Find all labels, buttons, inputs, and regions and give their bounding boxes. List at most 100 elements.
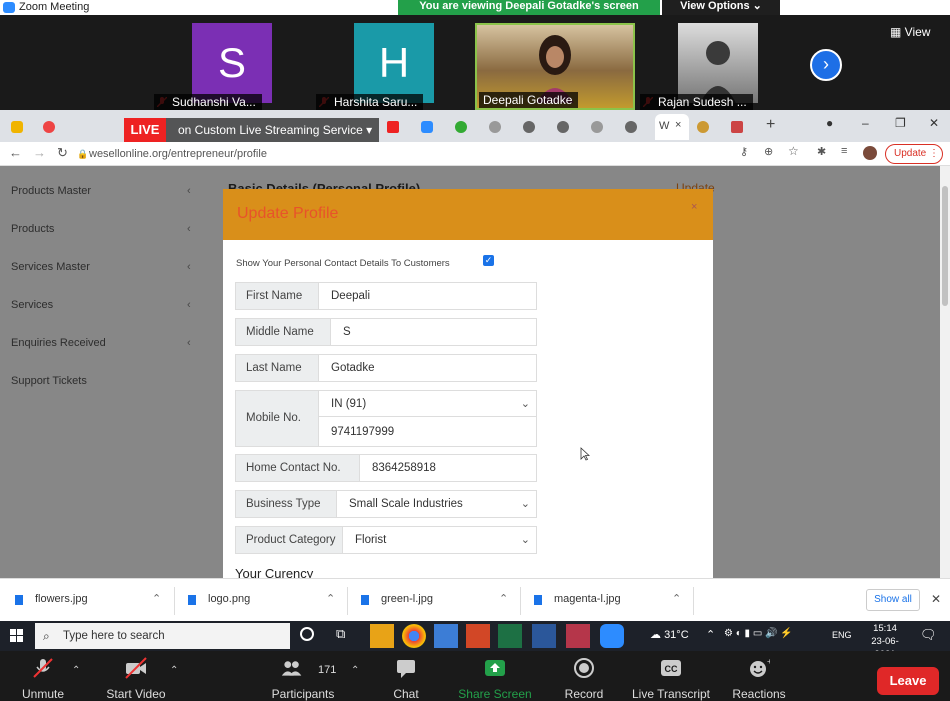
chat-button[interactable]: Chat [380, 651, 432, 701]
reading-list-icon[interactable]: ≡ [841, 145, 847, 157]
participant-tile-rajan[interactable]: Rajan Sudesh ... [638, 23, 796, 110]
live-badge[interactable]: LIVE [124, 118, 166, 142]
app-icon[interactable] [566, 624, 590, 648]
download-item[interactable]: green-l.jpg ⌃ [361, 579, 511, 622]
product-category-select[interactable]: Florist ⌄ [343, 527, 536, 553]
tab-brave-shield[interactable] [8, 114, 30, 140]
home-contact-field: Home Contact No. 8364258918 [235, 454, 537, 482]
tab[interactable] [418, 114, 440, 140]
start-video-button[interactable]: Start Video [100, 651, 172, 701]
country-code-select[interactable]: IN (91) ⌄ [319, 391, 536, 417]
taskbar-search-input[interactable]: ⌕ Type here to search [35, 623, 290, 649]
download-item[interactable]: logo.png ⌃ [188, 579, 338, 622]
close-icon[interactable]: × [675, 119, 681, 131]
chevron-up-icon[interactable]: ⌃ [351, 665, 359, 676]
tab-search-icon[interactable]: ● [826, 116, 833, 130]
tab[interactable] [384, 114, 406, 140]
divider [520, 587, 521, 615]
language-indicator[interactable]: ENG [832, 630, 852, 640]
minimize-icon[interactable]: – [862, 116, 869, 130]
bookmark-star-icon[interactable]: ☆ [788, 144, 799, 158]
participant-tile-harshita[interactable]: H Harshita Saru... [314, 23, 472, 110]
back-icon[interactable]: ← [9, 145, 22, 160]
restore-icon[interactable]: ❐ [895, 116, 906, 130]
last-name-input[interactable]: Gotadke [319, 355, 536, 381]
zoom-controls-bar: Unmute ⌃ Start Video ⌃ Participants 171 … [0, 651, 950, 701]
home-contact-input[interactable]: 8364258918 [360, 455, 536, 481]
show-contact-checkbox[interactable]: ✓ [483, 255, 494, 266]
download-item[interactable]: flowers.jpg ⌃ [15, 579, 165, 622]
view-options-button[interactable]: View Options ⌄ [662, 0, 780, 15]
close-icon[interactable]: ✕ [931, 592, 941, 606]
cortana-icon[interactable] [300, 627, 314, 641]
chrome-icon[interactable] [402, 624, 426, 648]
field-label: Mobile No. [236, 391, 319, 446]
tab[interactable] [520, 114, 542, 140]
chevron-up-icon[interactable]: ⌃ [326, 592, 335, 605]
file-explorer-icon[interactable] [370, 624, 394, 648]
word-icon[interactable] [532, 624, 556, 648]
tab[interactable] [728, 114, 750, 140]
next-page-arrow-icon[interactable]: › [810, 49, 842, 81]
tab[interactable] [452, 114, 474, 140]
chevron-up-icon[interactable]: ⌃ [706, 628, 715, 641]
live-transcript-button[interactable]: CC Live Transcript [628, 651, 714, 701]
browser-update-button[interactable]: Update ⋮ [885, 144, 943, 164]
browser-toolbar: ← → ↻ 🔒 wesellonline.org/entrepreneur/pr… [0, 142, 950, 166]
chevron-up-icon[interactable]: ⌃ [672, 592, 681, 605]
chevron-up-icon[interactable]: ⌃ [72, 665, 80, 676]
scrollbar-thumb[interactable] [942, 186, 948, 306]
tab[interactable] [694, 114, 716, 140]
business-type-value: Small Scale Industries [349, 498, 463, 510]
chevron-up-icon[interactable]: ⌃ [499, 592, 508, 605]
notification-icon[interactable]: 🗨 [920, 627, 937, 643]
chevron-up-icon[interactable]: ⌃ [170, 665, 178, 676]
chevron-up-icon[interactable]: ⌃ [152, 592, 161, 605]
participant-tile-sudhanshi[interactable]: S Sudhanshi Va... [152, 23, 310, 110]
live-stream-status[interactable]: on Custom Live Streaming Service ▾ [166, 118, 379, 142]
view-button[interactable]: ▦ View [890, 25, 930, 39]
close-window-icon[interactable]: ✕ [929, 116, 939, 130]
page-scrollbar[interactable] [940, 166, 950, 578]
tab-active[interactable]: W × [655, 114, 689, 140]
divider [693, 587, 694, 615]
window-title: Zoom Meeting [19, 1, 90, 13]
new-tab-plus-icon[interactable]: + [766, 116, 788, 142]
tab[interactable] [588, 114, 610, 140]
share-screen-button[interactable]: Share Screen [456, 651, 534, 701]
tab[interactable] [40, 114, 62, 140]
weather-temperature[interactable]: ☁ 31°C [650, 628, 689, 641]
leave-button[interactable]: Leave [877, 667, 939, 695]
tab[interactable] [486, 114, 508, 140]
forward-icon[interactable]: → [33, 145, 46, 160]
tab[interactable] [554, 114, 576, 140]
address-bar[interactable]: 🔒 wesellonline.org/entrepreneur/profile [75, 145, 605, 163]
task-view-icon[interactable]: ⧉ [336, 626, 345, 642]
app-icon[interactable] [434, 624, 458, 648]
site-icon [731, 121, 743, 133]
business-type-select[interactable]: Small Scale Industries ⌄ [337, 491, 536, 517]
download-item[interactable]: magenta-l.jpg ⌃ [534, 579, 684, 622]
key-icon[interactable]: ⚷ [740, 145, 748, 158]
zoom-icon[interactable]: ⊕ [764, 145, 773, 158]
windows-start-icon[interactable] [10, 629, 23, 642]
participant-tile-deepali[interactable]: Deepali Gotadke [475, 23, 635, 110]
unmute-button[interactable]: Unmute [12, 651, 74, 701]
reactions-button[interactable]: + Reactions [728, 651, 790, 701]
youtube-icon [387, 121, 399, 133]
extensions-icon[interactable]: ✱ [817, 145, 826, 158]
close-icon[interactable]: × [691, 201, 697, 213]
mobile-number-input[interactable]: 9741197999 [319, 419, 536, 445]
show-all-button[interactable]: Show all [866, 589, 920, 611]
reload-icon[interactable]: ↻ [57, 145, 68, 161]
record-button[interactable]: Record [558, 651, 610, 701]
profile-avatar[interactable] [863, 146, 877, 160]
middle-name-input[interactable]: S [331, 319, 536, 345]
participant-name: Rajan Sudesh ... [640, 94, 753, 110]
tray-icons[interactable]: ⚙ ◐ ▮ ▭ 🔊 ⚡ [724, 628, 793, 639]
zoom-app-icon[interactable] [600, 624, 624, 648]
tab[interactable] [622, 114, 644, 140]
first-name-input[interactable]: Deepali [319, 283, 536, 309]
powerpoint-icon[interactable] [466, 624, 490, 648]
excel-icon[interactable] [498, 624, 522, 648]
